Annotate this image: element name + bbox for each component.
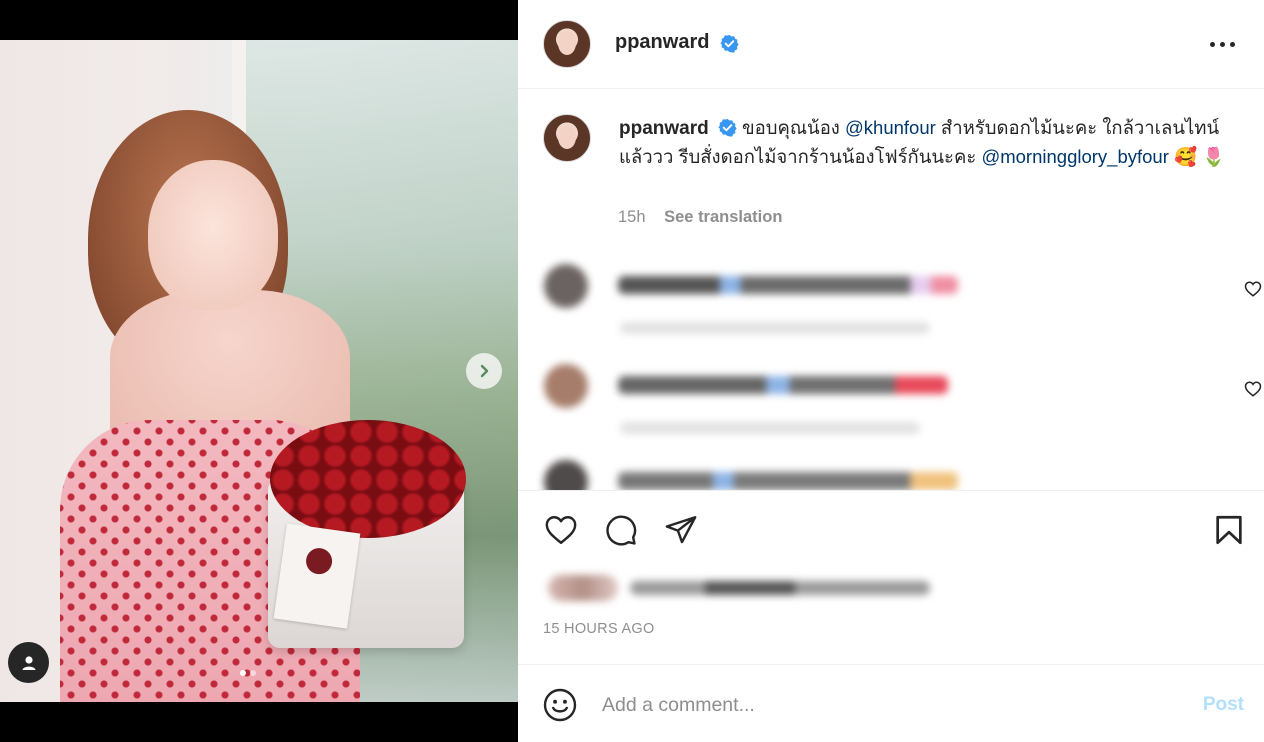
liked-by-summary[interactable] bbox=[548, 571, 938, 605]
chevron-right-icon bbox=[480, 364, 489, 378]
carousel-indicator bbox=[240, 670, 256, 676]
post-side-panel: ppanward ppanward ขอบคุณน้อง @khunfour ส… bbox=[518, 0, 1264, 742]
mention-link[interactable]: @morningglory_byfour bbox=[981, 146, 1168, 167]
comment-icon[interactable] bbox=[603, 513, 639, 547]
carousel-next-button[interactable] bbox=[466, 353, 502, 389]
post-photo[interactable] bbox=[0, 40, 518, 702]
more-options-button[interactable] bbox=[1210, 38, 1240, 50]
comment-item bbox=[542, 460, 1242, 490]
caption-username[interactable]: ppanward bbox=[619, 118, 709, 139]
caption-emojis: 🥰 🌷 bbox=[1174, 146, 1226, 167]
author-username[interactable]: ppanward bbox=[615, 31, 709, 54]
carousel-dot bbox=[250, 670, 256, 676]
post-header: ppanward bbox=[518, 0, 1264, 89]
verified-badge-icon bbox=[720, 34, 739, 53]
user-tag-icon bbox=[22, 655, 35, 670]
post-media bbox=[0, 0, 518, 742]
post-actions: 15 HOURS AGO bbox=[518, 490, 1264, 662]
heart-icon[interactable] bbox=[1244, 380, 1262, 398]
caption-and-comments: ppanward ขอบคุณน้อง @khunfour สำหรับดอกไ… bbox=[518, 90, 1264, 490]
heart-icon[interactable] bbox=[543, 513, 579, 547]
caption-meta: 15h See translation bbox=[618, 208, 782, 227]
caption-body-1: ขอบคุณน้อง bbox=[742, 117, 840, 138]
author-avatar[interactable] bbox=[543, 20, 591, 68]
carousel-dot-active bbox=[240, 670, 246, 676]
see-translation-button[interactable]: See translation bbox=[664, 208, 782, 226]
verified-badge-icon bbox=[718, 118, 737, 137]
heart-icon[interactable] bbox=[1244, 280, 1262, 298]
paper-plane-icon[interactable] bbox=[663, 513, 699, 547]
post-comment-button[interactable]: Post bbox=[1203, 694, 1244, 716]
tagged-users-button[interactable] bbox=[8, 642, 49, 683]
comment-item bbox=[542, 364, 1262, 444]
comment-input[interactable] bbox=[602, 685, 1162, 725]
bookmark-icon[interactable] bbox=[1212, 513, 1246, 547]
add-comment-bar: Post bbox=[518, 664, 1264, 742]
smiley-icon[interactable] bbox=[542, 687, 578, 723]
mention-link[interactable]: @khunfour bbox=[845, 117, 936, 138]
post-timestamp[interactable]: 15 HOURS AGO bbox=[543, 621, 655, 637]
comment-item bbox=[542, 264, 1262, 344]
caption-author-avatar[interactable] bbox=[543, 114, 591, 162]
caption-age[interactable]: 15h bbox=[618, 208, 646, 226]
more-horizontal-icon bbox=[1210, 41, 1215, 47]
caption-text: ppanward ขอบคุณน้อง @khunfour สำหรับดอกไ… bbox=[619, 114, 1239, 171]
